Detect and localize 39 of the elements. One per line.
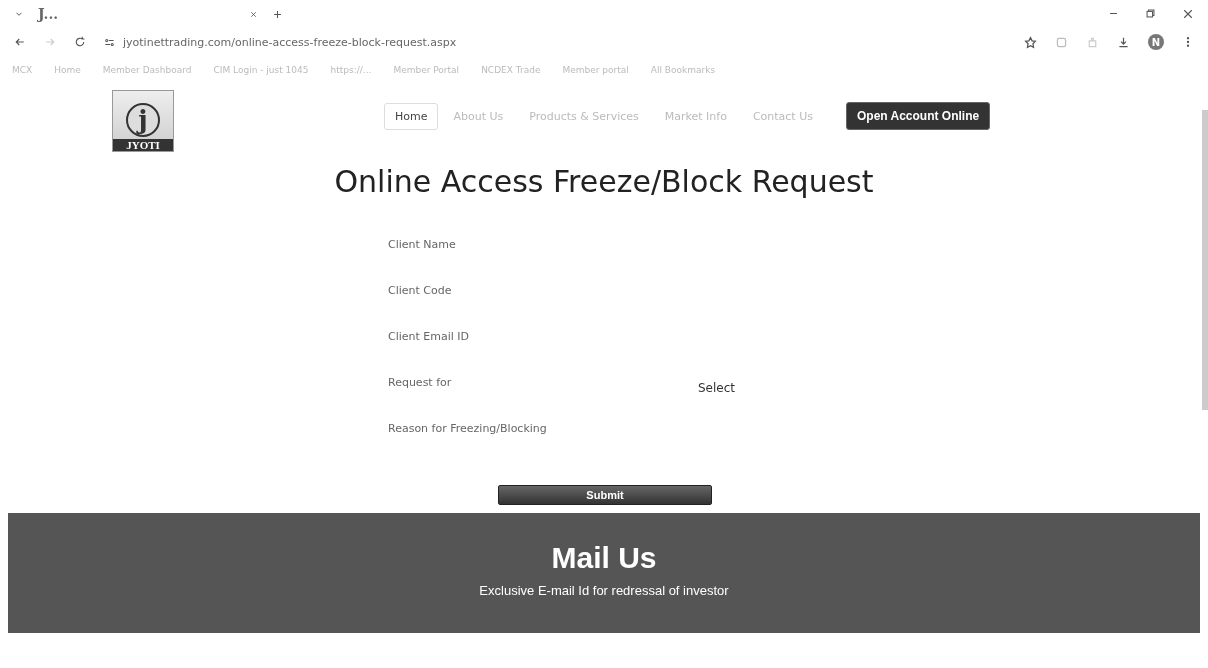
field-label: Request for [388,375,453,389]
restore-icon[interactable] [1145,8,1156,19]
field-label: Client Name [388,237,457,251]
bookmark[interactable]: Member Portal [393,65,460,75]
bookmark[interactable]: MCX [12,65,33,75]
bookmark[interactable]: https://... [330,65,372,75]
footer-subtitle: Exclusive E-mail Id for redressal of investor [479,583,729,598]
bookmark[interactable]: NCDEX Trade [481,65,541,75]
close-icon[interactable] [249,9,258,19]
select-field[interactable]: Select [698,381,736,395]
bookmark[interactable]: Member Dashboard [102,65,192,75]
logo[interactable]: j JYOTI [112,90,174,152]
tab-title[interactable]: J... [38,6,59,22]
nav-link[interactable]: Products & Services [518,102,650,130]
nav-link[interactable]: About Us [442,102,515,130]
field-label: Client Code [388,283,453,297]
nav-link[interactable]: Market Info [653,102,738,130]
nav-link[interactable]: Home [384,102,439,130]
field-label: Reason for Freezing/Blocking [388,421,548,435]
reload-icon[interactable] [74,36,86,48]
star-icon[interactable] [1024,35,1037,49]
nav-link[interactable]: Contact Us [741,102,824,130]
bookmark[interactable]: CIM Login - just 1045 [213,65,309,75]
close-icon[interactable] [1182,8,1194,20]
profile-avatar[interactable]: N [1148,34,1164,50]
url-field[interactable]: jyotinettrading.com/online-access-freeze-block-request.aspx [123,35,457,49]
page-title: Online Access Freeze/Block Request [333,164,875,199]
field-label: Client Email ID [388,329,471,343]
submit-button[interactable]: Submit [498,485,712,505]
open-account-button[interactable]: Open Account Online [845,102,991,130]
download-icon[interactable] [1117,35,1130,49]
footer-title: Mail Us [551,541,657,575]
bookmark[interactable]: All Bookmarks [650,65,716,75]
plus-icon[interactable] [272,8,283,20]
bookmark[interactable]: Member portal [562,65,629,75]
site-settings-icon[interactable] [104,36,115,48]
scrollbar[interactable] [1202,110,1208,410]
bookmark[interactable]: Home [54,65,81,75]
back-icon[interactable] [14,36,26,48]
